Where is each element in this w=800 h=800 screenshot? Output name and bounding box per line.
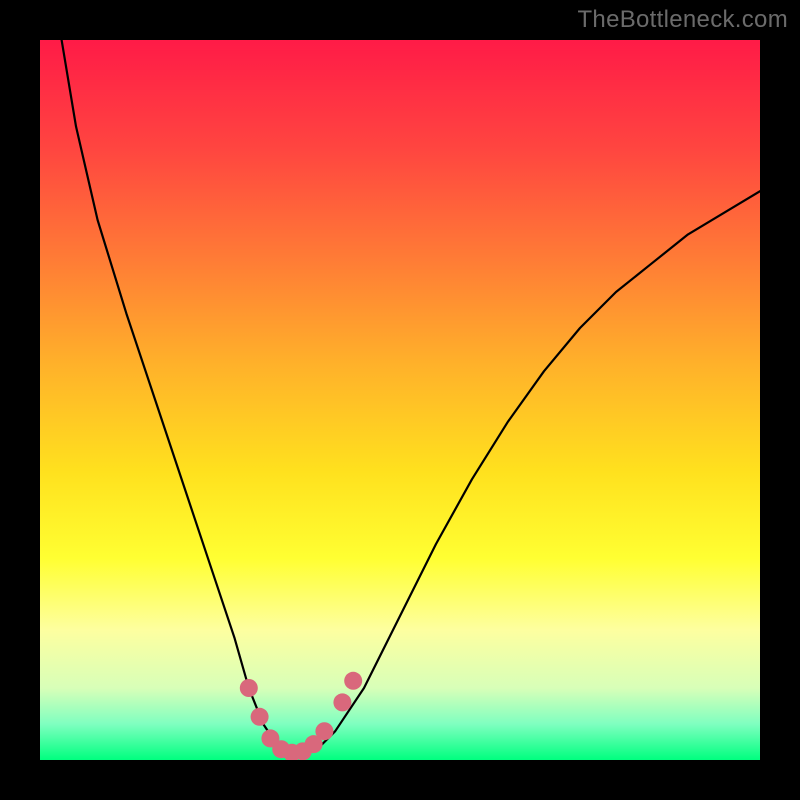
marker-dot xyxy=(315,722,333,740)
chart-svg xyxy=(40,40,760,760)
highlight-markers xyxy=(240,672,362,760)
marker-dot xyxy=(251,708,269,726)
watermark-text: TheBottleneck.com xyxy=(577,6,788,34)
chart-frame: TheBottleneck.com xyxy=(0,0,800,800)
bottleneck-curve xyxy=(62,40,760,753)
marker-dot xyxy=(344,672,362,690)
plot-area xyxy=(40,40,760,760)
marker-dot xyxy=(240,679,258,697)
marker-dot xyxy=(333,693,351,711)
